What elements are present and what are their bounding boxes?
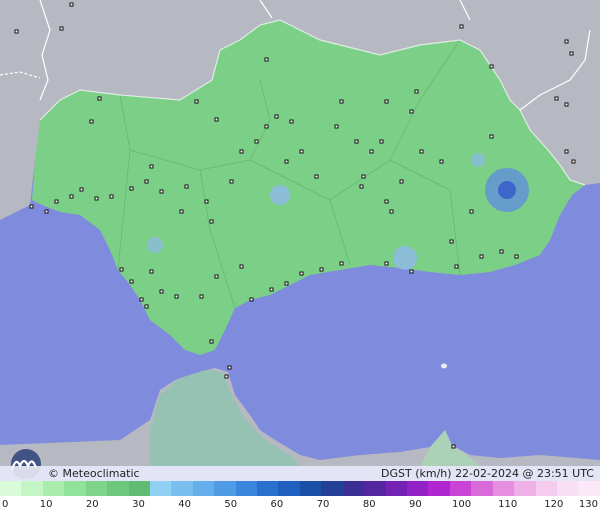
scale-tick-label: 60 xyxy=(270,499,284,510)
scale-swatch xyxy=(128,481,150,496)
wind-gust-map xyxy=(0,0,600,517)
brand-credit: © Meteoclimatic xyxy=(48,467,140,480)
credit-bar: © Meteoclimatic DGST (km/h) 22-02-2024 @… xyxy=(0,466,600,481)
gust-spot-south xyxy=(393,246,417,270)
scale-swatch xyxy=(171,481,193,496)
gust-spot-center xyxy=(270,185,290,205)
scale-swatch xyxy=(299,481,322,496)
color-scale-bar xyxy=(0,481,600,496)
scale-tick-label: 40 xyxy=(178,499,191,510)
scale-swatch xyxy=(42,481,65,496)
scale-swatch xyxy=(21,481,43,496)
scale-tick-label: 110 xyxy=(498,499,518,510)
scale-tick-label: 70 xyxy=(316,499,330,510)
scale-swatch xyxy=(342,481,365,496)
scale-tick-label: 50 xyxy=(224,499,238,510)
scale-swatch xyxy=(449,481,472,496)
scale-swatch xyxy=(149,481,172,496)
scale-swatch xyxy=(364,481,386,496)
scale-swatch xyxy=(514,481,536,496)
variable-and-time: DGST (km/h) 22-02-2024 @ 23:51 UTC xyxy=(381,466,594,481)
scale-swatch xyxy=(556,481,579,496)
scale-swatch xyxy=(492,481,515,496)
scale-tick-label: 80 xyxy=(362,499,376,510)
alboran-island xyxy=(441,363,447,369)
scale-tick-label: 20 xyxy=(85,499,99,510)
scale-tick-label: 90 xyxy=(409,499,422,510)
scale-tick-label: 30 xyxy=(132,499,145,510)
scale-swatch xyxy=(471,481,493,496)
scale-tick-label: 100 xyxy=(451,499,472,510)
scale-tick-label: 120 xyxy=(544,499,564,510)
gust-spot-north xyxy=(471,153,485,167)
scale-swatch xyxy=(407,481,429,496)
variable-label: DGST (km/h) xyxy=(381,467,452,480)
scale-swatch xyxy=(235,481,258,496)
timestamp-label: 22-02-2024 @ 23:51 UTC xyxy=(455,467,594,480)
scale-swatch xyxy=(107,481,129,496)
scale-tick-label: 10 xyxy=(39,499,53,510)
scale-swatch xyxy=(578,481,600,496)
scale-swatch xyxy=(535,481,557,496)
scale-swatch xyxy=(214,481,236,496)
color-scale-ticks: 0 10 20 30 40 50 60 70 80 90 100 110 120 130 xyxy=(0,496,600,517)
scale-swatch xyxy=(278,481,300,496)
scale-swatch xyxy=(321,481,343,496)
scale-swatch xyxy=(85,481,108,496)
scale-swatch xyxy=(64,481,86,496)
color-scale: 0 10 20 30 40 50 60 70 80 90 100 110 120 130 xyxy=(0,481,600,517)
scale-swatch xyxy=(0,481,22,496)
scale-tick-label: 130 xyxy=(578,499,598,510)
gust-spot-east-core xyxy=(498,181,516,199)
scale-tick-label: 0 xyxy=(2,499,9,510)
gust-spot-west xyxy=(147,237,163,253)
scale-swatch xyxy=(385,481,408,496)
scale-swatch xyxy=(192,481,215,496)
scale-swatch xyxy=(257,481,279,496)
scale-swatch xyxy=(428,481,450,496)
